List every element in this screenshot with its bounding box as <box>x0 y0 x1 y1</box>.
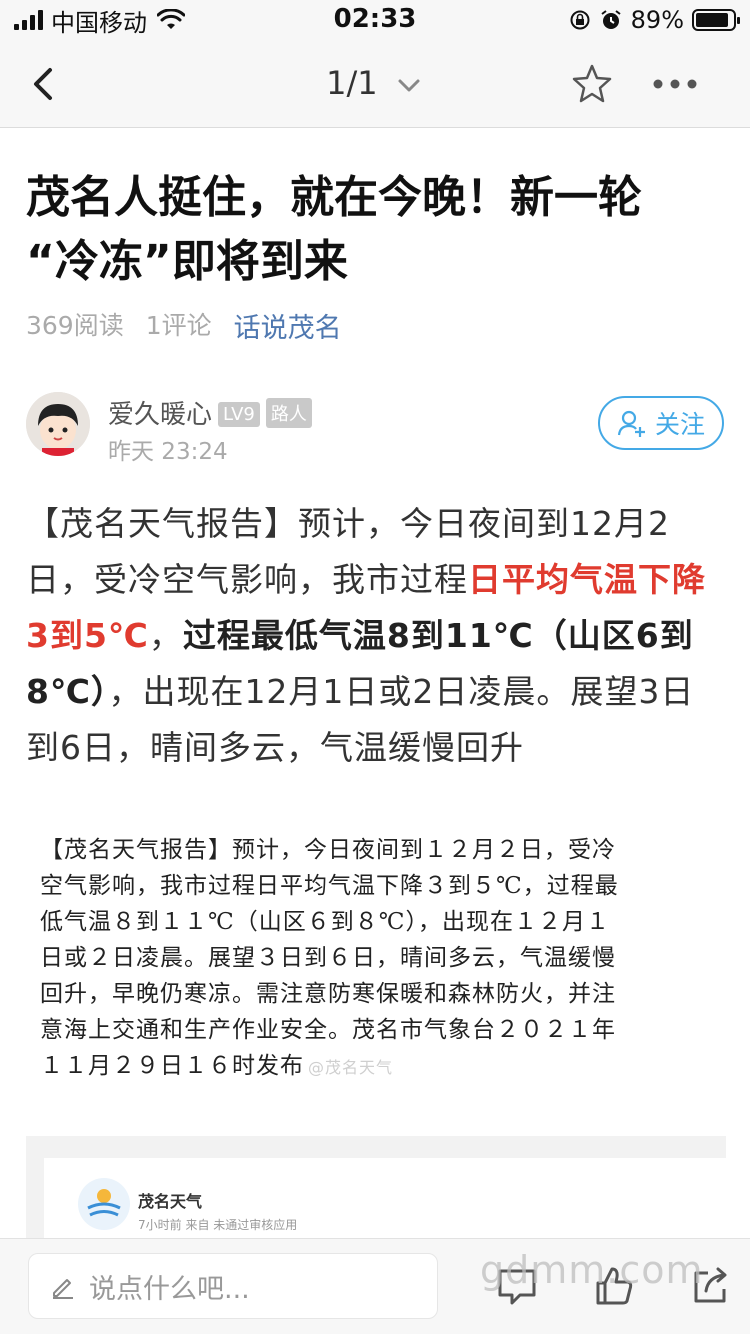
page-indicator[interactable]: 1/1 <box>0 64 750 102</box>
avatar[interactable] <box>26 392 90 456</box>
report-line: 意海上交通和生产作业安全。茂名市气象台２０２１年 <box>40 1017 616 1043</box>
embed-meta: 7小时前 来自 未通过审核应用 <box>138 1218 298 1232</box>
article-body: 【茂名天气报告】预计，今日夜间到12月2日，受冷空气影响，我市过程日平均气温下降… <box>26 496 726 776</box>
report-line: 回升，早晚仍寒凉。需注意防寒保暖和森林防火，并注 <box>40 981 616 1007</box>
report-line: 日或２日凌晨。展望３日到６日，晴间多云，气温缓慢 <box>40 945 616 971</box>
embed-account-name: 茂名天气 <box>138 1192 203 1211</box>
author-row: 爱久暖心 LV9 路人 昨天 23:24 关注 <box>26 392 726 465</box>
report-image[interactable]: 【茂名天气报告】预计，今日夜间到１２月２日，受冷 空气影响，我市过程日平均气温下… <box>40 832 720 1079</box>
alarm-icon <box>601 10 621 29</box>
more-icon[interactable] <box>650 62 700 106</box>
weather-logo-icon <box>78 1178 130 1230</box>
embedded-card: 茂名天气 7小时前 来自 未通过审核应用 <box>44 1158 732 1240</box>
article-title: 茂名人挺住，就在今晚！新一轮 “冷冻”即将到来 <box>26 166 726 294</box>
chevron-down-icon <box>398 79 420 92</box>
orientation-lock-icon <box>570 10 590 30</box>
follow-button[interactable]: 关注 <box>598 396 724 450</box>
body-text-2: ， <box>148 616 183 655</box>
title-line-2: “冷冻”即将到来 <box>26 236 348 287</box>
pencil-icon <box>53 1279 73 1299</box>
image-watermark: @茂名天气 <box>308 1058 394 1077</box>
add-user-icon <box>617 410 645 437</box>
nav-bar: 1/1 <box>0 40 750 128</box>
author-name[interactable]: 爱久暖心 LV9 路人 <box>108 394 312 431</box>
avatar-image <box>26 392 90 456</box>
post-time: 昨天 23:24 <box>108 439 228 465</box>
star-icon[interactable] <box>570 62 614 106</box>
rank-badge: 路人 <box>265 398 312 428</box>
report-line: 低气温８到１１℃（山区６到８℃），出现在１２月１ <box>40 909 610 935</box>
site-watermark: gdmm.com <box>480 1248 704 1292</box>
follow-label: 关注 <box>654 410 705 439</box>
level-badge: LV9 <box>218 402 260 427</box>
page-indicator-label: 1/1 <box>326 64 378 102</box>
battery-percent: 89% <box>630 6 684 34</box>
battery-icon <box>692 9 740 31</box>
article-meta: 369阅读 1评论 话说茂名 <box>26 306 342 345</box>
body-text-3: ，出现在12月1日或2日凌晨。展望3日到6日，晴间多云，气温缓慢回升 <box>26 672 695 767</box>
status-bar: 中国移动 02:33 89% <box>0 0 750 40</box>
report-line: １１月２９日１６时发布 <box>40 1053 304 1079</box>
report-line: 空气影响，我市过程日平均气温下降３到５℃，过程最 <box>40 873 619 899</box>
embedded-image[interactable]: 茂名天气 7小时前 来自 未通过审核应用 <box>26 1136 732 1240</box>
read-count: 369阅读 <box>26 311 124 340</box>
comment-count[interactable]: 1评论 <box>146 306 212 345</box>
channel-link[interactable]: 话说茂名 <box>234 306 342 345</box>
title-line-1: 茂名人挺住，就在今晚！新一轮 <box>26 172 642 223</box>
author-name-label: 爱久暖心 <box>108 400 213 430</box>
comment-input[interactable]: 说点什么吧... <box>28 1253 438 1319</box>
comment-placeholder: 说点什么吧... <box>89 1273 250 1305</box>
report-line: 【茂名天气报告】预计，今日夜间到１２月２日，受冷 <box>40 837 616 863</box>
